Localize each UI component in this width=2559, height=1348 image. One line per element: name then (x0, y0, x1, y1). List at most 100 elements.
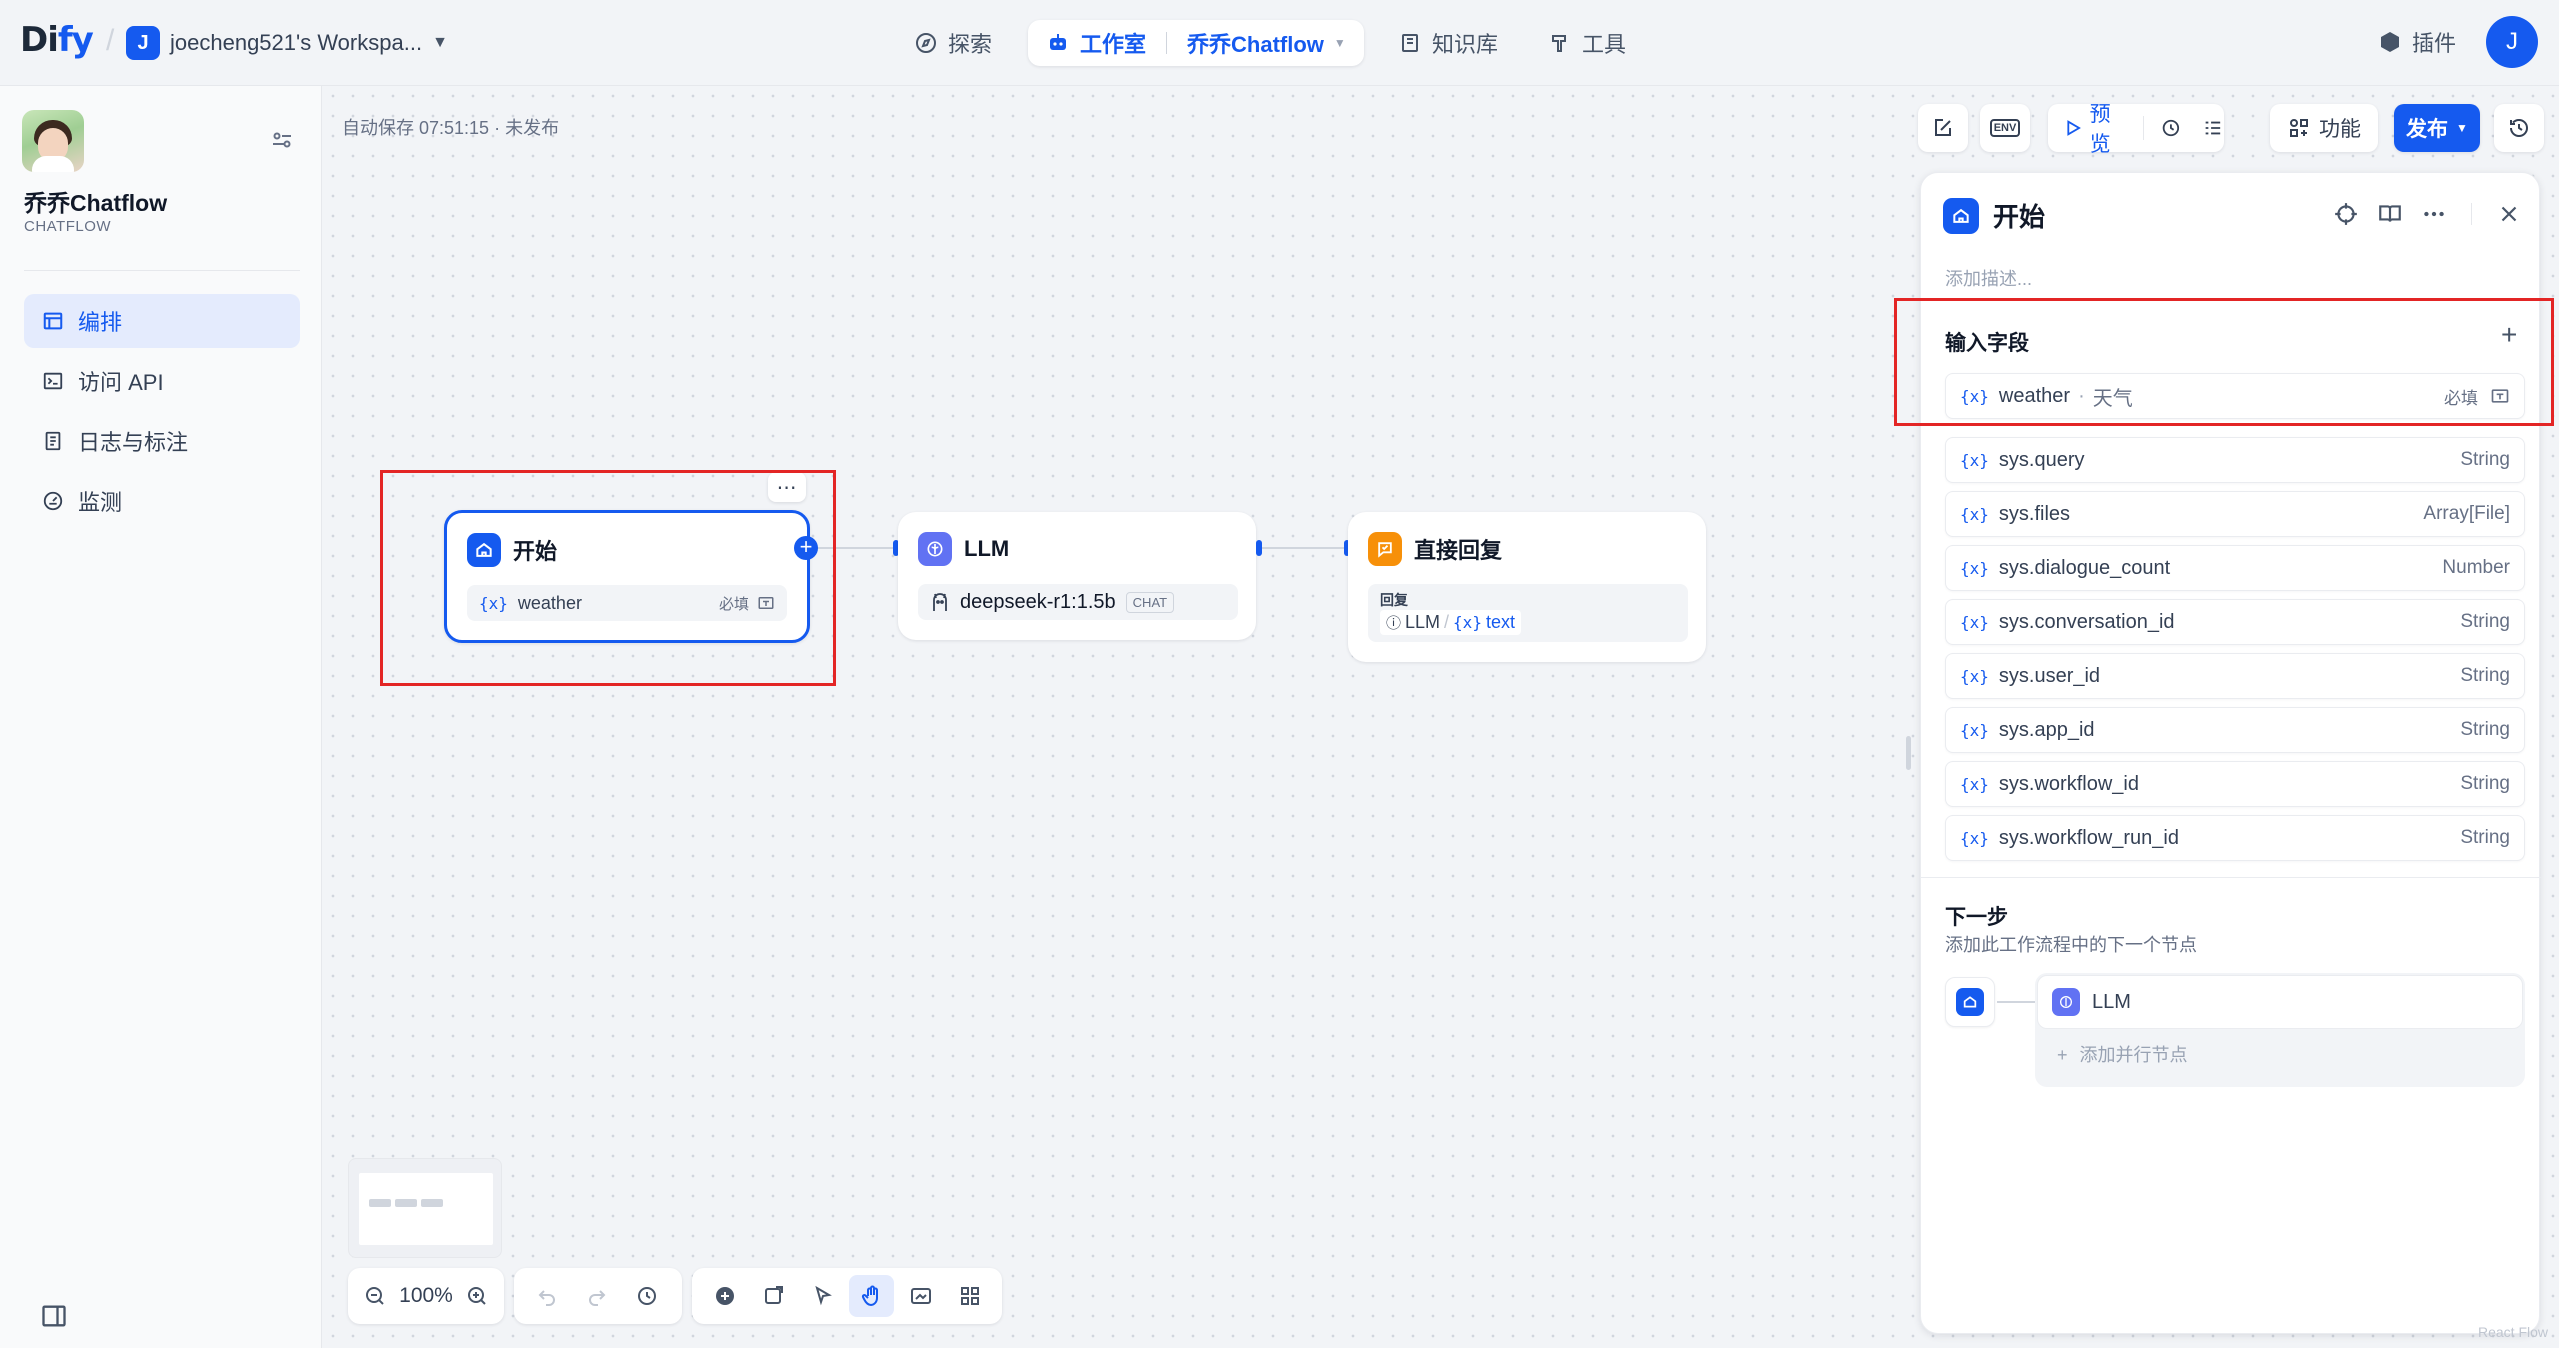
home-icon (1956, 988, 1984, 1016)
node-answer-body: 回复 ⓘ LLM / {x} text (1368, 584, 1688, 642)
hammer-icon (1552, 35, 1566, 52)
publish-button[interactable]: 发布 ▼ (2394, 104, 2480, 152)
node-answer[interactable]: 直接回复 回复 ⓘ LLM / {x} text (1348, 512, 1706, 662)
preview-button[interactable]: 预览 (2062, 98, 2127, 158)
user-avatar[interactable]: J (2486, 16, 2538, 68)
node-llm-title: LLM (964, 536, 1010, 561)
sidebar-item-logs[interactable]: 日志与标注 (24, 414, 300, 468)
env-icon: ENV (1989, 119, 2021, 137)
sidebar-item-monitor[interactable]: 监测 (24, 474, 300, 528)
terminal-icon (43, 372, 63, 390)
llm-brain-icon (2052, 988, 2080, 1016)
chevron-down-icon: ▼ (1333, 36, 1346, 50)
layout-icon (43, 312, 63, 330)
add-node-icon[interactable] (702, 1275, 747, 1317)
undo-icon[interactable] (524, 1275, 570, 1317)
dashboard-icon (43, 491, 63, 511)
sidebar-item-api[interactable]: 访问 API (24, 354, 300, 408)
import-dsl-button[interactable] (1918, 104, 1968, 152)
env-button[interactable]: ENV (1980, 104, 2030, 152)
app-type: CHATFLOW (24, 218, 112, 235)
add-parallel-node-button[interactable]: + 添加并行节点 (2057, 1041, 2188, 1067)
crosshair-icon[interactable] (2333, 201, 2359, 227)
sys-field-dialogue-count: {x} sys.dialogue_count Number (1945, 545, 2525, 591)
checklist-icon[interactable] (2202, 116, 2224, 140)
auto-layout-icon[interactable] (947, 1275, 992, 1317)
sys-field-query: {x} sys.query String (1945, 437, 2525, 483)
workspace-name: joecheng521's Workspa... (170, 30, 423, 55)
nav-tools[interactable]: 工具 (1534, 20, 1640, 66)
zoom-in-icon[interactable] (461, 1275, 494, 1317)
minimap[interactable] (348, 1158, 502, 1258)
settings-sliders-icon[interactable] (270, 128, 294, 152)
node-llm[interactable]: LLM deepseek-r1:1.5b CHAT (898, 512, 1256, 640)
workspace-switcher[interactable]: J joecheng521's Workspa... ▼ (126, 24, 448, 62)
description-input[interactable]: 添加描述... (1945, 265, 2032, 291)
add-note-icon[interactable] (751, 1275, 796, 1317)
zoom-level[interactable]: 100% (395, 1284, 457, 1308)
export-image-icon[interactable] (898, 1275, 943, 1317)
book-icon (1402, 34, 1418, 52)
sys-field-workflow-run-id: {x} sys.workflow_run_id String (1945, 815, 2525, 861)
nav-explore[interactable]: 探索 (900, 20, 1006, 66)
play-icon (2067, 120, 2081, 136)
nav-knowledge[interactable]: 知识库 (1384, 20, 1512, 66)
checklist-run-icon[interactable] (2160, 116, 2182, 140)
cube-icon (2381, 32, 2399, 52)
autosave-status: 自动保存 07:51:15 · 未发布 (342, 118, 560, 138)
book-open-icon[interactable] (2377, 201, 2403, 227)
next-step-title: 下一步 (1945, 906, 2008, 929)
sys-field-files: {x} sys.files Array[File] (1945, 491, 2525, 537)
current-node-icon (1945, 977, 1995, 1027)
variable-reference: ⓘ LLM / {x} text (1380, 610, 1521, 635)
llm-brain-icon (918, 532, 952, 566)
panel-resize-handle[interactable] (1906, 736, 1911, 770)
sidebar-collapse-icon[interactable] (40, 1302, 68, 1330)
dify-logo[interactable]: Dify (20, 20, 94, 60)
sidebar-item-orchestrate[interactable]: 编排 (24, 294, 300, 348)
mode-badge: CHAT (1125, 591, 1175, 613)
variable-icon: {x} (1960, 774, 1989, 794)
node-handle[interactable] (1256, 540, 1262, 556)
robot-icon (1050, 34, 1066, 50)
app-sidebar: 乔乔Chatflow CHATFLOW 编排 访问 API 日志与标注 监测 (0, 86, 322, 1348)
ollama-icon (933, 593, 947, 611)
sys-field-workflow-id: {x} sys.workflow_id String (1945, 761, 2525, 807)
variable-icon: {x} (1960, 720, 1989, 740)
features-button[interactable]: 功能 (2270, 104, 2378, 152)
more-icon[interactable] (2421, 201, 2447, 227)
variable-icon: {x} (1960, 666, 1989, 686)
next-node-llm[interactable]: LLM (2037, 975, 2523, 1029)
current-app-name[interactable]: 乔乔Chatflow (1187, 27, 1324, 59)
variable-icon: {x} (1453, 613, 1482, 632)
top-bar: Dify / J joecheng521's Workspa... ▼ 探索 工… (0, 0, 2559, 86)
llm-brain-icon: ⓘ (1386, 615, 1402, 632)
history-icon[interactable] (624, 1275, 670, 1317)
sys-field-user-id: {x} sys.user_id String (1945, 653, 2525, 699)
variable-icon: {x} (1960, 450, 1989, 470)
next-step-box: LLM + 添加并行节点 (2035, 973, 2525, 1087)
chevron-down-icon: ▼ (432, 34, 448, 51)
workspace-avatar: J (126, 26, 160, 60)
version-history-button[interactable] (2494, 104, 2544, 152)
hand-icon[interactable] (849, 1275, 894, 1317)
chevron-down-icon: ▼ (2456, 121, 2468, 135)
grid-feature-icon (2290, 119, 2308, 137)
zoom-out-icon[interactable] (358, 1275, 391, 1317)
file-list-icon (45, 431, 61, 451)
panel-title[interactable]: 开始 (1993, 197, 2045, 234)
plugins-button[interactable]: 插件 (2378, 26, 2456, 58)
variable-icon: {x} (1960, 612, 1989, 632)
variable-icon: {x} (1960, 504, 1989, 524)
app-avatar (22, 110, 84, 172)
node-answer-title: 直接回复 (1414, 538, 1503, 563)
close-icon[interactable] (2496, 201, 2522, 227)
canvas-tools (692, 1268, 1002, 1324)
redo-icon[interactable] (574, 1275, 620, 1317)
highlight-box-input-fields (1894, 298, 2554, 426)
variable-icon: {x} (1960, 828, 1989, 848)
pointer-icon[interactable] (800, 1275, 845, 1317)
react-flow-attribution[interactable]: React Flow (2478, 1324, 2548, 1340)
nav-studio[interactable]: 工作室 乔乔Chatflow ▼ (1028, 20, 1364, 66)
highlight-box-start-node (380, 470, 836, 686)
